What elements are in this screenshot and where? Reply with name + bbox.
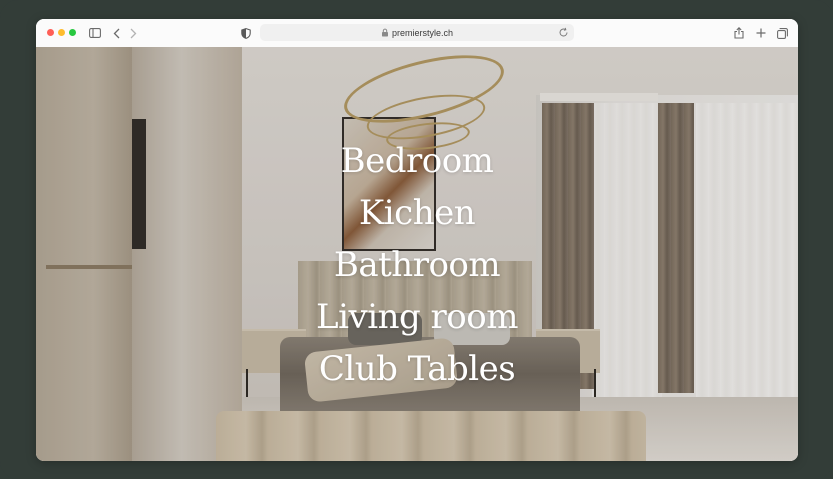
chevron-right-icon[interactable] — [128, 25, 138, 41]
menu-item-kitchen[interactable]: Kichen — [359, 187, 476, 239]
address-url: premierstyle.ch — [391, 27, 454, 38]
menu-item-bathroom[interactable]: Bathroom — [334, 239, 501, 291]
shield-icon[interactable] — [240, 25, 252, 41]
close-window-button[interactable] — [47, 29, 54, 36]
sidebar-toggle-icon[interactable] — [88, 25, 102, 41]
plus-icon[interactable] — [755, 25, 767, 41]
tab-overview-icon[interactable] — [776, 25, 788, 41]
browser-window: premierstyle.ch Bedroom Kichen Bathroom … — [36, 19, 798, 461]
chevron-left-icon[interactable] — [111, 25, 121, 41]
menu-item-club-tables[interactable]: Club Tables — [319, 343, 516, 395]
minimize-window-button[interactable] — [58, 29, 65, 36]
reload-icon[interactable] — [558, 27, 569, 38]
address-bar[interactable]: premierstyle.ch — [260, 24, 574, 41]
room-category-menu: Bedroom Kichen Bathroom Living room Club… — [36, 135, 798, 395]
lock-icon — [381, 28, 388, 37]
device-frame: premierstyle.ch Bedroom Kichen Bathroom … — [0, 0, 833, 479]
menu-item-bedroom[interactable]: Bedroom — [341, 135, 494, 187]
menu-item-living-room[interactable]: Living room — [316, 291, 518, 343]
share-icon[interactable] — [733, 25, 745, 41]
browser-toolbar: premierstyle.ch — [36, 19, 798, 48]
page-viewport: Bedroom Kichen Bathroom Living room Club… — [36, 47, 798, 461]
zoom-window-button[interactable] — [69, 29, 76, 36]
